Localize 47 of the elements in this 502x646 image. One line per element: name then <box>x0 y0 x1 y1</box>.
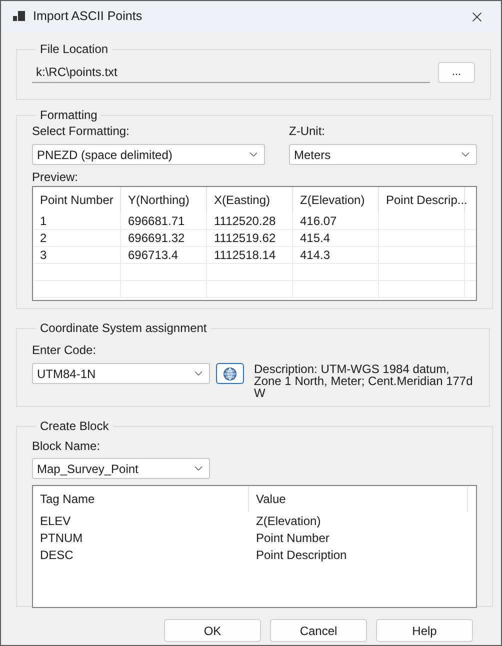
group-title: Formatting <box>39 107 98 124</box>
table-cell-text: PTNUM <box>39 530 84 546</box>
field-label: Select Formatting: <box>32 124 130 138</box>
browse-button[interactable]: ... <box>438 62 475 83</box>
dialog-button[interactable]: Cancel <box>270 619 367 642</box>
field-label: Block Name: <box>32 439 102 453</box>
field-label: Enter Code: <box>32 343 98 357</box>
table-cell-text: Point Description <box>255 546 348 563</box>
table-cell: 2 <box>33 230 121 246</box>
window-title: Import ASCII Points <box>33 8 142 26</box>
column-header[interactable]: Value <box>249 486 468 512</box>
globe-button[interactable] <box>216 363 244 384</box>
column-header[interactable]: Point Number <box>33 187 121 213</box>
table-cell: 1112518.14 <box>207 247 293 263</box>
group-title: File Location <box>39 41 110 58</box>
table-cell-text: Z(Elevation) <box>255 512 322 529</box>
dropdown[interactable]: Meters <box>289 144 477 165</box>
column-header[interactable]: Tag Name <box>33 486 249 512</box>
group-title: Create Block <box>39 418 110 435</box>
table-cell: 696681.71 <box>121 213 207 229</box>
table-cell: 1112520.28 <box>207 213 293 229</box>
column-header[interactable]: Y(Northing) <box>121 187 207 213</box>
description-text: Description: UTM-WGS 1984 datum, Zone 1 North, Meter; Cent.Meridian 177d W <box>254 363 474 399</box>
table-cell: 1 <box>33 213 121 229</box>
field-label: Z-Unit: <box>289 124 326 138</box>
dropdown[interactable]: Map_Survey_Point <box>32 458 210 479</box>
dropdown[interactable]: UTM84-1N <box>32 363 210 384</box>
table-cell: 414.3 <box>293 247 379 263</box>
table-cell: 3 <box>33 247 121 263</box>
table-cell: 696691.32 <box>121 230 207 246</box>
field-label: Preview: <box>32 170 80 184</box>
dialog-button[interactable]: Help <box>376 619 473 642</box>
dropdown[interactable]: PNEZD (space delimited) <box>32 144 265 165</box>
column-header[interactable]: X(Easting) <box>207 187 293 213</box>
column-header[interactable]: Point Descrip... <box>379 187 465 213</box>
table-cell: 696713.4 <box>121 247 207 263</box>
table-cell: 415.4 <box>293 230 379 246</box>
table-cell: 1112519.62 <box>207 230 293 246</box>
group-title: Coordinate System assignment <box>39 320 208 337</box>
app-icon <box>13 10 25 22</box>
column-header[interactable]: Z(Elevation) <box>293 187 379 213</box>
table-cell-text: ELEV <box>39 512 72 529</box>
globe-icon <box>223 366 237 380</box>
table-cell-text: Point Number <box>255 530 330 546</box>
dialog-button[interactable]: OK <box>164 619 261 642</box>
table-cell: 416.07 <box>293 213 379 229</box>
table-cell-text: DESC <box>39 546 74 563</box>
